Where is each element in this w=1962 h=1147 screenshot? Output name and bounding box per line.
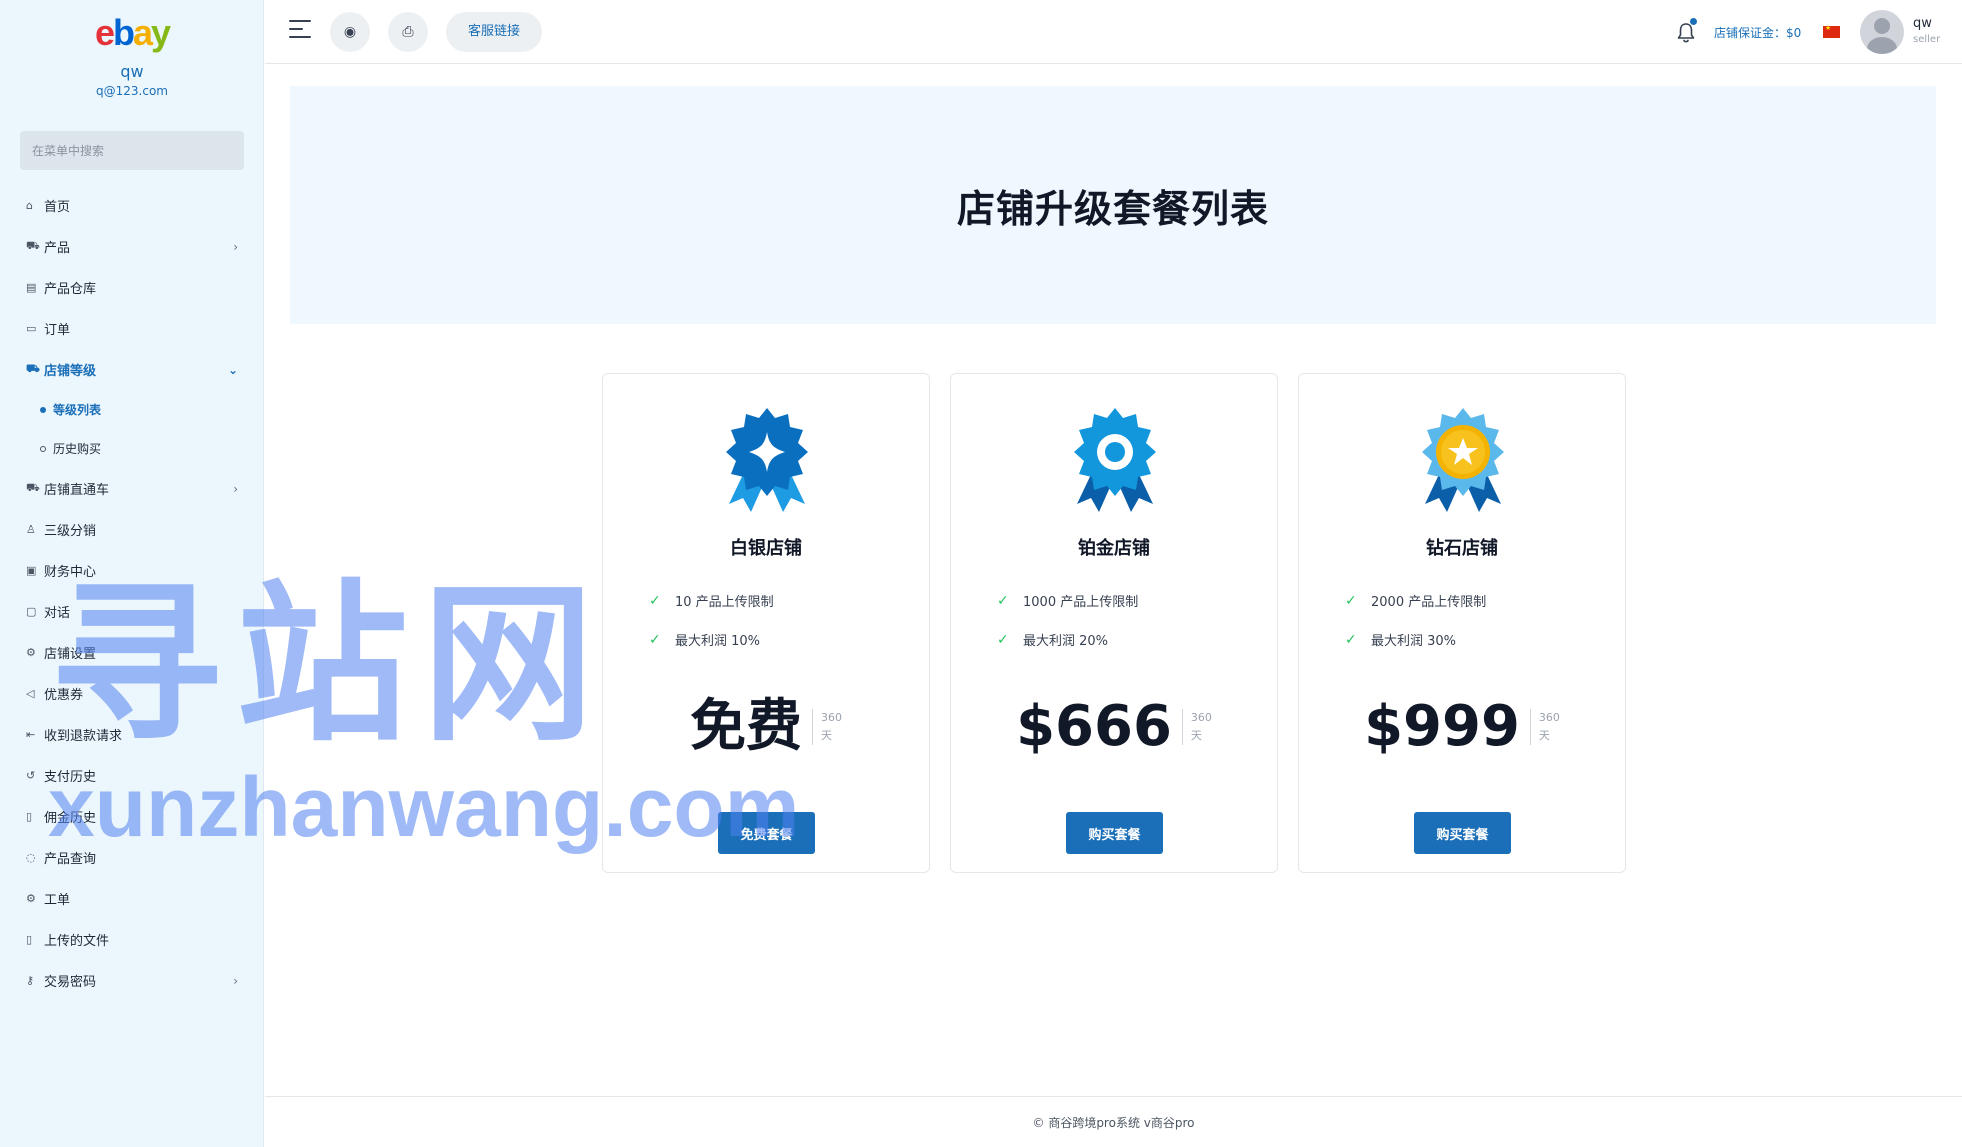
home-icon: ⌂ [26,199,33,212]
page-title: 店铺升级套餐列表 [956,186,1269,231]
plan-card-diamond: 钻石店铺 ✓ 2000 产品上传限制 ✓ 最大利润 30% $999 360 天 购买… [1298,373,1626,873]
customer-service-link-button[interactable]: 客服链接 [446,12,543,52]
gear-icon: ⚙ [26,892,36,905]
user-name: qw [120,62,144,81]
plan-feature-upload-limit: ✓ 10 产品上传限制 [649,592,774,611]
cart-icon: ⛟ [26,481,40,494]
check-icon: ✓ [649,631,661,648]
sidebar-item-products[interactable]: ⛟ 产品 › [0,226,264,267]
plan-feature-upload-limit: ✓ 1000 产品上传限制 [997,592,1139,611]
sidebar-subitem-purchase-history[interactable]: 历史购买 [0,429,264,468]
sidebar: ebay qw q@123.com ⌂首页 ⛟产品› ▤产品仓库 ▭订单 ⛟店铺… [0,0,264,1147]
warehouse-icon: ▤ [26,281,37,294]
globe-icon[interactable]: ◉ [330,12,370,52]
sidebar-item-home[interactable]: ⌂ 首页 [0,185,264,226]
sidebar-item-trade-password[interactable]: ⚷ 交易密码 › [0,960,264,1001]
check-icon: ✓ [1345,592,1357,609]
plan-feature-max-profit: ✓ 最大利润 20% [997,631,1109,650]
help-icon: ◌ [26,851,36,864]
plan-card-platinum: 铂金店铺 ✓ 1000 产品上传限制 ✓ 最大利润 20% $666 360 天 购买… [950,373,1278,873]
store-deposit: 店铺保证金：$0 [1714,26,1802,40]
plan-period: 360 天 [812,709,842,745]
plan-name: 铂金店铺 [1078,538,1150,559]
sidebar-item-commission-history[interactable]: ▯ 佣金历史 [0,796,264,837]
user-icon: ♙ [26,523,36,536]
bullet-icon [40,406,46,413]
ebay-logo[interactable]: ebay [0,12,264,54]
plan-feature-upload-limit: ✓ 2000 产品上传限制 [1345,592,1487,611]
buy-plan-button[interactable]: 购买套餐 [1066,812,1163,854]
check-icon: ✓ [997,631,1009,648]
refund-icon: ⇤ [26,728,36,741]
diamond-badge-icon [1422,408,1504,512]
menu-search-input[interactable] [20,131,244,170]
plan-price: $999 [1364,694,1520,759]
chat-icon: ▢ [26,605,37,618]
silver-badge-icon [726,408,808,512]
chevron-right-icon: › [233,973,238,988]
plan-price-row: 免费 360 天 [603,696,929,758]
sidebar-item-refund-requests[interactable]: ⇤ 收到退款请求 [0,714,264,755]
printer-icon[interactable]: ⎙ [388,12,428,52]
cart-icon: ⛟ [26,239,40,252]
plan-feature-max-profit: ✓ 最大利润 30% [1345,631,1457,650]
cart-icon: ⛟ [26,362,40,375]
chevron-down-icon: ⌄ [227,362,238,377]
sidebar-item-chat[interactable]: ▢ 对话 [0,591,264,632]
notification-badge [1690,18,1697,25]
key-icon: ⚷ [26,974,35,987]
sidebar-item-store-settings[interactable]: ⚙ 店铺设置 [0,632,264,673]
megaphone-icon: ◁ [26,687,35,700]
plan-name: 钻石店铺 [1426,538,1498,559]
platinum-badge-icon [1074,408,1156,512]
free-plan-button[interactable]: 免费套餐 [718,812,815,854]
plan-period: 360 天 [1529,709,1560,745]
sidebar-item-coupons[interactable]: ◁ 优惠券 [0,673,264,714]
plan-period: 360 天 [1181,709,1212,745]
account-name: qw [1913,16,1932,31]
plan-price: $666 [1016,694,1172,759]
chevron-right-icon: › [233,481,238,496]
user-email: q@123.com [96,84,168,98]
check-icon: ✓ [1345,631,1357,648]
sidebar-item-warehouse[interactable]: ▤ 产品仓库 [0,267,264,308]
check-icon: ✓ [997,592,1009,609]
sidebar-item-tickets[interactable]: ⚙ 工单 [0,878,264,919]
bullet-icon [40,445,46,452]
copyright-text: © 商谷跨境pro系统 v商谷pro [1032,1115,1195,1130]
avatar[interactable] [1860,10,1904,54]
sidebar-item-finance[interactable]: ▣ 财务中心 [0,550,264,591]
chevron-right-icon: › [233,239,238,254]
sidebar-item-store-express[interactable]: ⛟ 店铺直通车 › [0,468,264,509]
history-icon: ↺ [26,769,36,782]
buy-plan-button[interactable]: 购买套餐 [1414,812,1511,854]
sidebar-item-payment-history[interactable]: ↺ 支付历史 [0,755,264,796]
file-icon: ▯ [26,810,33,823]
sidebar-menu: ⌂ 首页 ⛟ 产品 › ▤ 产品仓库 ▭ 订单 ⛟ 店铺等级 ⌄ 等级列表 历史购买 ⛟ 店铺直… [0,185,264,1001]
sidebar-item-product-query[interactable]: ◌ 产品查询 [0,837,264,878]
page-header-banner: 店铺升级套餐列表 [290,86,1936,324]
account-role: seller [1913,34,1941,45]
top-bar: ◉ ⎙ 客服链接 店铺保证金：$0 qw seller [265,0,1962,64]
sidebar-item-store-level[interactable]: ⛟ 店铺等级 ⌄ [0,349,264,390]
sidebar-item-uploaded-files[interactable]: ▯ 上传的文件 [0,919,264,960]
notification-bell-icon[interactable] [1675,18,1697,44]
hamburger-menu-icon[interactable] [289,20,313,42]
order-icon: ▭ [26,322,37,335]
plan-price-row: $999 360 天 [1299,696,1625,758]
check-icon: ✓ [649,592,661,609]
gear-icon: ⚙ [26,646,36,659]
sidebar-item-orders[interactable]: ▭ 订单 [0,308,264,349]
plan-feature-max-profit: ✓ 最大利润 10% [649,631,761,650]
china-flag-icon[interactable] [1823,24,1840,38]
wallet-icon: ▣ [26,564,37,577]
sidebar-item-distribution[interactable]: ♙ 三级分销 [0,509,264,550]
plan-price-row: $666 360 天 [951,696,1277,758]
plan-name: 白银店铺 [730,538,802,559]
plan-card-silver: 白银店铺 ✓ 10 产品上传限制 ✓ 最大利润 10% 免费 360 天 免费套餐 [602,373,930,873]
plan-price: 免费 [690,694,802,759]
footer: © 商谷跨境pro系统 v商谷pro [265,1096,1962,1147]
sidebar-subitem-level-list[interactable]: 等级列表 [0,390,264,429]
upload-file-icon: ▯ [26,933,33,946]
